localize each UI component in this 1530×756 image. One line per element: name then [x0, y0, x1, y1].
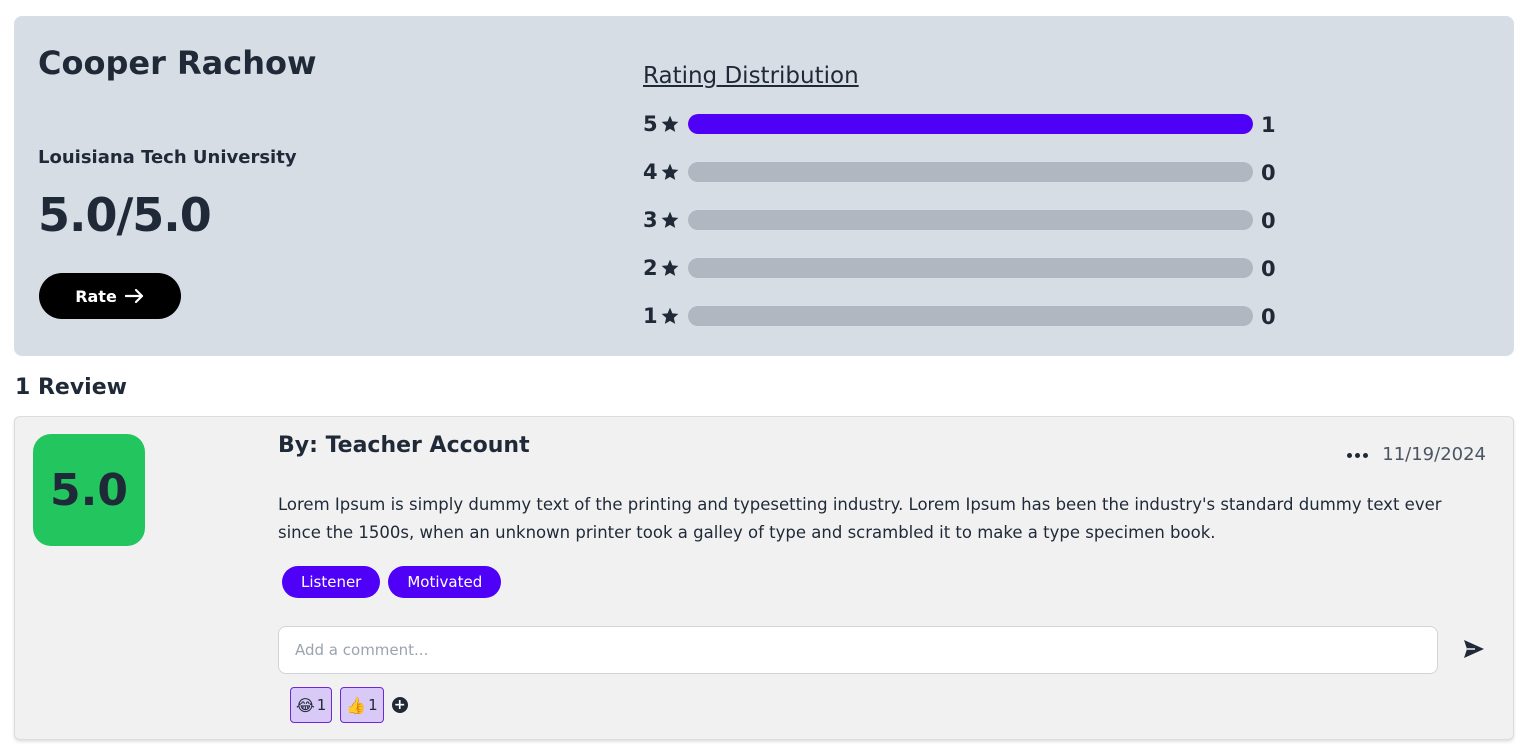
reaction-count: 1 [316, 696, 327, 714]
distribution-count: 1 [1261, 113, 1276, 137]
send-icon [1464, 639, 1484, 658]
distribution-bar-track [688, 210, 1253, 230]
distribution-bar-track [688, 306, 1253, 326]
distribution-bar-fill [688, 114, 1253, 134]
distribution-stars-value: 1 [643, 304, 658, 328]
professor-university: Louisiana Tech University [38, 147, 297, 168]
professor-name: Cooper Rachow [38, 44, 317, 82]
distribution-stars-value: 5 [643, 112, 658, 136]
review-card: 5.0 By: Teacher Account 11/19/2024 Lorem… [14, 416, 1514, 740]
distribution-bar-track [688, 258, 1253, 278]
rating-distribution-title: Rating Distribution [643, 63, 859, 89]
distribution-label: 2 [643, 256, 680, 280]
distribution-row-2: 2 0 [643, 253, 1303, 283]
reaction-thumbs-up[interactable]: 👍 1 [340, 687, 384, 723]
distribution-bar-track [688, 162, 1253, 182]
laughing-emoji-icon: 😂 [296, 695, 315, 715]
add-reaction-icon[interactable]: + [391, 697, 408, 713]
reaction-count: 1 [368, 696, 378, 714]
star-icon [661, 307, 678, 324]
distribution-stars-value: 4 [643, 160, 658, 184]
send-comment-button[interactable] [1461, 638, 1487, 662]
star-icon [661, 163, 678, 180]
distribution-count: 0 [1261, 161, 1276, 185]
distribution-stars-value: 3 [643, 208, 658, 232]
distribution-stars-value: 2 [643, 256, 658, 280]
star-icon [661, 259, 678, 276]
distribution-row-4: 4 0 [643, 157, 1303, 187]
rate-button-label: Rate [75, 286, 117, 306]
distribution-label: 3 [643, 208, 680, 232]
distribution-row-3: 3 0 [643, 205, 1303, 235]
arrow-right-icon [124, 288, 143, 304]
professor-summary-card: Cooper Rachow Louisiana Tech University … [14, 16, 1514, 356]
reaction-laughing[interactable]: 😂 1 [290, 687, 333, 723]
review-score-badge: 5.0 [33, 434, 145, 546]
reactions-bar: 😂 1 👍 1 + [290, 687, 408, 723]
star-icon [661, 211, 678, 228]
review-author: By: Teacher Account [278, 433, 530, 458]
rate-button[interactable]: Rate [39, 273, 181, 319]
review-text: Lorem Ipsum is simply dummy text of the … [278, 495, 1442, 542]
more-horizontal-icon [1346, 452, 1368, 458]
distribution-count: 0 [1261, 257, 1276, 281]
distribution-label: 4 [643, 160, 680, 184]
review-tag: Motivated [388, 566, 502, 598]
distribution-bar-track [688, 114, 1253, 134]
distribution-row-5: 5 1 [643, 109, 1303, 139]
distribution-label: 1 [643, 304, 680, 328]
comment-input[interactable] [278, 626, 1438, 674]
distribution-count: 0 [1261, 305, 1276, 329]
review-tag: Listener [282, 566, 381, 598]
thumbs-up-emoji-icon: 👍 [346, 695, 367, 715]
star-icon [661, 115, 678, 132]
distribution-count: 0 [1261, 209, 1276, 233]
more-options-button[interactable] [1343, 445, 1371, 465]
reviews-count-heading: 1 Review [15, 375, 127, 400]
review-date: 11/19/2024 [1382, 444, 1486, 465]
review-tags: Listener Motivated [282, 566, 502, 598]
overall-rating: 5.0/5.0 [38, 188, 212, 242]
distribution-label: 5 [643, 112, 680, 136]
distribution-row-1: 1 0 [643, 301, 1303, 331]
